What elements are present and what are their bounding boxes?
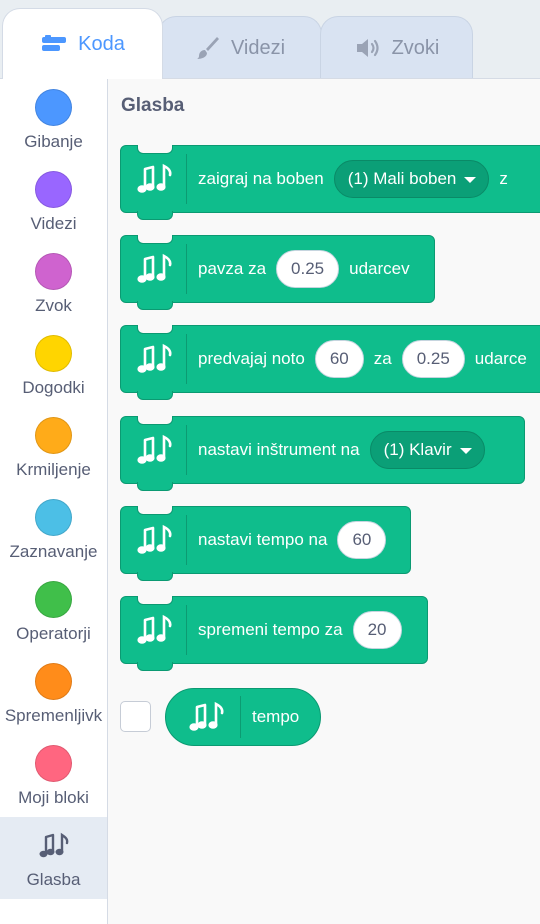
beats-input[interactable]: 0.25 xyxy=(276,250,340,288)
category-looks[interactable]: Videzi xyxy=(0,161,107,243)
category-control[interactable]: Krmiljenje xyxy=(0,407,107,489)
category-dot xyxy=(35,499,72,536)
category-label: Zvok xyxy=(35,296,72,315)
block-text: za xyxy=(373,349,392,368)
category-sound[interactable]: Zvok xyxy=(0,243,107,325)
block-change-tempo[interactable]: spremeni tempo za 20 xyxy=(120,596,428,671)
category-label: Operatorji xyxy=(16,624,91,643)
tempo-input[interactable]: 60 xyxy=(337,521,387,559)
block-text: spremeni tempo za xyxy=(198,620,343,639)
block-rest[interactable]: pavza za 0.25 udarcev xyxy=(120,235,435,310)
music-notes-icon xyxy=(166,696,241,738)
category-events[interactable]: Dogodki xyxy=(0,325,107,407)
block-body: spremeni tempo za 20 xyxy=(187,611,412,649)
block-text: zaigraj na boben xyxy=(198,169,324,188)
drum-dropdown[interactable]: (1) Mali boben xyxy=(333,160,490,198)
block-text: udarce xyxy=(474,349,527,368)
music-notes-icon xyxy=(35,827,72,864)
music-notes-icon xyxy=(121,425,187,475)
block-body: zaigraj na boben (1) Mali boben z xyxy=(187,160,518,198)
category-label: Glasba xyxy=(26,870,81,889)
category-dot xyxy=(35,581,72,618)
category-dot xyxy=(35,89,72,126)
category-label: Zaznavanje xyxy=(9,542,98,561)
category-dot xyxy=(35,663,72,700)
block-set-tempo[interactable]: nastavi tempo na 60 xyxy=(120,506,411,581)
category-dot xyxy=(35,335,72,372)
block-body: predvajaj noto 60 za 0.25 udarce xyxy=(187,340,537,378)
paintbrush-icon xyxy=(195,35,221,61)
block-text: z xyxy=(499,169,508,188)
tempo-monitor-checkbox[interactable] xyxy=(120,701,151,732)
category-music[interactable]: Glasba xyxy=(0,817,107,899)
tab-sounds[interactable]: Zvoki xyxy=(320,16,473,79)
category-dot xyxy=(35,417,72,454)
category-dot xyxy=(35,253,72,290)
caret-down-icon xyxy=(464,177,477,183)
speaker-icon xyxy=(354,36,382,60)
category-menu: Gibanje Videzi Zvok Dogodki Krmiljenje Z… xyxy=(0,78,108,924)
tab-code[interactable]: Koda xyxy=(2,8,163,79)
block-play-drum[interactable]: zaigraj na boben (1) Mali boben z xyxy=(120,145,540,220)
block-body: nastavi inštrument na (1) Klavir xyxy=(187,431,495,469)
beats-input[interactable]: 0.25 xyxy=(401,340,465,378)
category-operators[interactable]: Operatorji xyxy=(0,571,107,653)
block-text: nastavi tempo na xyxy=(198,530,328,549)
category-my-blocks[interactable]: Moji bloki xyxy=(0,735,107,817)
block-text: predvajaj noto xyxy=(198,349,305,368)
category-label: Moji bloki xyxy=(18,788,89,807)
music-notes-icon xyxy=(121,154,187,204)
tab-code-label: Koda xyxy=(78,32,125,55)
block-text: udarcev xyxy=(349,259,410,278)
tab-costumes[interactable]: Videzi xyxy=(158,16,322,79)
block-palette: Glasba zaigraj na boben (1) Mali boben z xyxy=(108,78,540,924)
reporter-label: tempo xyxy=(252,707,300,726)
category-dot xyxy=(35,171,72,208)
tempo-change-input[interactable]: 20 xyxy=(352,611,402,649)
block-tempo-reporter[interactable]: tempo xyxy=(165,688,321,746)
palette-section-title: Glasba xyxy=(121,95,185,116)
category-motion[interactable]: Gibanje xyxy=(0,79,107,161)
category-label: Gibanje xyxy=(24,132,83,151)
note-input[interactable]: 60 xyxy=(314,340,364,378)
music-notes-icon xyxy=(121,515,187,565)
category-label: Videzi xyxy=(30,214,77,233)
category-label: Spremenljivk xyxy=(4,706,103,725)
music-notes-icon xyxy=(121,244,187,294)
dropdown-value: (1) Mali boben xyxy=(347,169,457,188)
code-icon xyxy=(40,34,68,54)
category-label: Dogodki xyxy=(22,378,85,397)
category-variables[interactable]: Spremenljivk xyxy=(0,653,107,735)
block-body: pavza za 0.25 udarcev xyxy=(187,250,420,288)
music-notes-icon xyxy=(121,605,187,655)
tab-costumes-label: Videzi xyxy=(230,36,286,59)
caret-down-icon xyxy=(459,448,472,454)
block-play-note[interactable]: predvajaj noto 60 za 0.25 udarce xyxy=(120,325,540,400)
instrument-dropdown[interactable]: (1) Klavir xyxy=(369,431,485,469)
music-notes-icon xyxy=(121,334,187,384)
tab-sounds-label: Zvoki xyxy=(391,36,440,59)
category-sensing[interactable]: Zaznavanje xyxy=(0,489,107,571)
category-dot xyxy=(35,745,72,782)
block-text: pavza za xyxy=(198,259,267,278)
block-set-instrument[interactable]: nastavi inštrument na (1) Klavir xyxy=(120,416,525,491)
editor-tabs: Koda Videzi Zvoki xyxy=(0,0,540,79)
category-label: Krmiljenje xyxy=(16,460,91,479)
block-body: nastavi tempo na 60 xyxy=(187,521,396,559)
block-text: nastavi inštrument na xyxy=(198,440,360,459)
dropdown-value: (1) Klavir xyxy=(383,440,452,459)
